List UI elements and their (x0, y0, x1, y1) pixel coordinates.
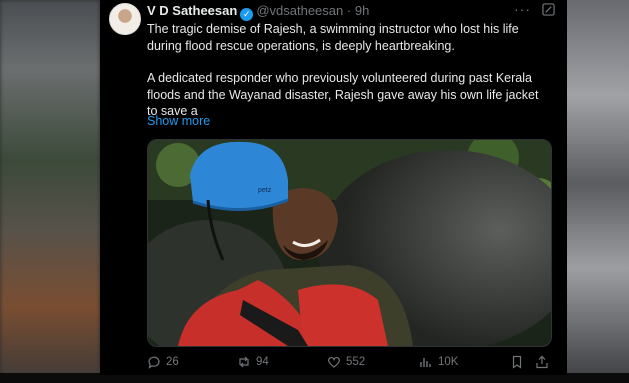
tweet-card: V D Satheesan ✓ @vdsatheesan · 9h ··· The … (100, 0, 567, 375)
verified-badge-icon: ✓ (240, 8, 254, 21)
like-count: 552 (346, 356, 366, 368)
separator: · (346, 3, 352, 18)
reply-button[interactable]: 26 (147, 352, 179, 372)
share-button[interactable] (535, 352, 549, 372)
bookmark-icon (512, 355, 522, 369)
views-button[interactable]: 10K (419, 352, 458, 372)
more-options-icon[interactable]: ··· (514, 1, 531, 17)
heart-icon (328, 356, 340, 368)
show-more-link[interactable]: Show more (147, 114, 210, 128)
blurred-background-left (0, 0, 100, 383)
post-time[interactable]: 9h (355, 3, 369, 18)
views-count: 10K (438, 356, 459, 368)
tweet-paragraph-2: A dedicated responder who previously vol… (147, 71, 539, 118)
action-bar: 26 94 552 10K (147, 352, 552, 372)
helmet-text: petz (258, 187, 272, 194)
rescuer-photo-illustration: petz (148, 140, 551, 346)
grok-icon[interactable] (542, 3, 555, 16)
bookmark-button[interactable] (510, 352, 524, 372)
like-button[interactable]: 552 (327, 352, 365, 372)
author-name[interactable]: V D Satheesan (147, 3, 237, 18)
repost-count: 94 (256, 356, 269, 368)
reply-count: 26 (166, 356, 179, 368)
repost-button[interactable]: 94 (237, 352, 269, 372)
reply-icon (148, 356, 160, 369)
blurred-background-right (567, 0, 629, 383)
tweet-photo[interactable]: petz (147, 139, 552, 347)
views-icon (420, 358, 431, 367)
author-handle[interactable]: @vdsatheesan (256, 3, 343, 18)
share-icon (536, 355, 548, 369)
repost-icon (239, 356, 249, 368)
avatar[interactable] (109, 3, 141, 35)
tweet-header: V D Satheesan ✓ @vdsatheesan · 9h (147, 3, 369, 21)
tweet-paragraph-1: The tragic demise of Rajesh, a swimming … (147, 22, 519, 53)
